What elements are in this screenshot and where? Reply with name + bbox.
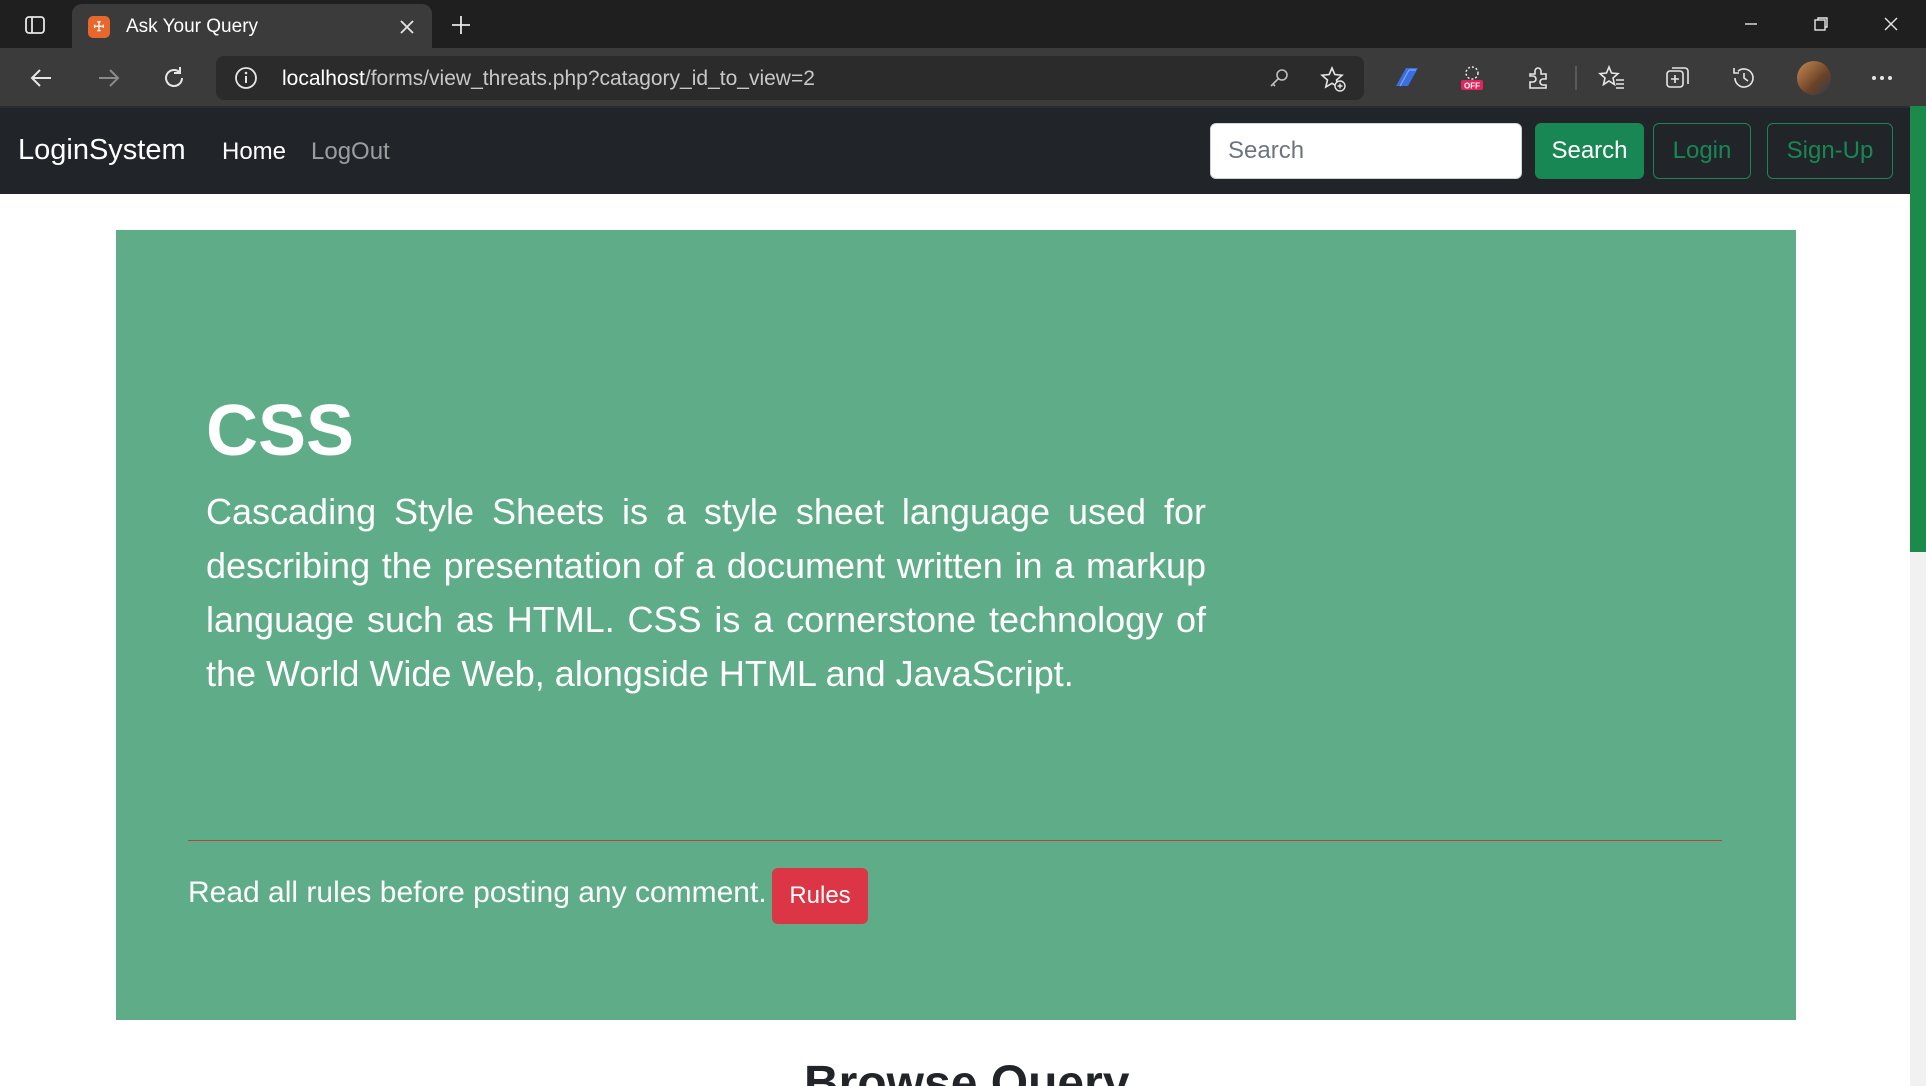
divider [188, 840, 1722, 841]
signup-button[interactable]: Sign-Up [1767, 123, 1893, 179]
browser-address-bar: localhost/forms/view_threats.php?catagor… [0, 48, 1926, 106]
close-window-icon[interactable] [1868, 6, 1914, 42]
toolbar-divider [1575, 66, 1577, 90]
url-field[interactable]: localhost/forms/view_threats.php?catagor… [216, 56, 1364, 100]
url-text: localhost/forms/view_threats.php?catagor… [282, 67, 815, 91]
history-icon[interactable] [1726, 60, 1762, 96]
site-navbar: LoginSystem Home LogOut Search Login Sig… [0, 106, 1910, 194]
nav-link-home[interactable]: Home [222, 138, 286, 166]
restore-window-icon[interactable] [1798, 6, 1844, 42]
more-options-icon[interactable] [1864, 60, 1900, 96]
url-path: /forms/view_threats.php?catagory_id_to_v… [364, 67, 815, 90]
browse-query-heading: Browse Query [804, 1057, 1130, 1086]
close-tab-icon[interactable] [394, 14, 420, 40]
forward-arrow-icon[interactable] [88, 58, 128, 98]
category-title: CSS [206, 391, 355, 471]
extensions-puzzle-icon[interactable] [1520, 60, 1556, 96]
new-tab-plus-icon[interactable] [444, 8, 478, 42]
category-jumbotron: CSS Cascading Style Sheets is a style sh… [116, 230, 1796, 1020]
rules-notice: Read all rules before posting any commen… [188, 876, 767, 909]
browser-tab-active[interactable]: ☩ Ask Your Query [72, 4, 432, 48]
category-description: Cascading Style Sheets is a style sheet … [206, 491, 1206, 694]
xampp-favicon-icon: ☩ [88, 16, 110, 38]
back-arrow-icon[interactable] [22, 58, 62, 98]
tab-title: Ask Your Query [126, 16, 259, 37]
minimize-window-icon[interactable] [1728, 6, 1774, 42]
password-key-icon[interactable] [1264, 64, 1294, 94]
favorites-icon[interactable] [1594, 60, 1630, 96]
login-button[interactable]: Login [1653, 123, 1751, 179]
adblock-off-icon[interactable]: OFF [1454, 60, 1490, 96]
rules-button[interactable]: Rules [772, 868, 868, 924]
search-input[interactable] [1210, 123, 1522, 179]
url-host: localhost [282, 67, 365, 90]
collections-icon[interactable] [1660, 60, 1696, 96]
web-page: LoginSystem Home LogOut Search Login Sig… [0, 106, 1910, 1086]
svg-text:OFF: OFF [1464, 82, 1480, 91]
search-button[interactable]: Search [1535, 123, 1644, 179]
refresh-icon[interactable] [154, 58, 194, 98]
scrollbar-thumb[interactable] [1910, 106, 1926, 552]
browser-tab-bar: ☩ Ask Your Query [0, 0, 1926, 48]
add-favorite-star-icon[interactable] [1318, 64, 1348, 94]
navbar-brand[interactable]: LoginSystem [18, 134, 186, 167]
extension-arrow-icon[interactable] [1388, 60, 1424, 96]
profile-avatar[interactable] [1797, 61, 1831, 95]
tab-actions-icon[interactable] [18, 10, 52, 40]
nav-link-logout[interactable]: LogOut [311, 138, 390, 166]
site-info-icon[interactable] [234, 66, 258, 90]
page-scrollbar[interactable] [1910, 106, 1926, 1086]
